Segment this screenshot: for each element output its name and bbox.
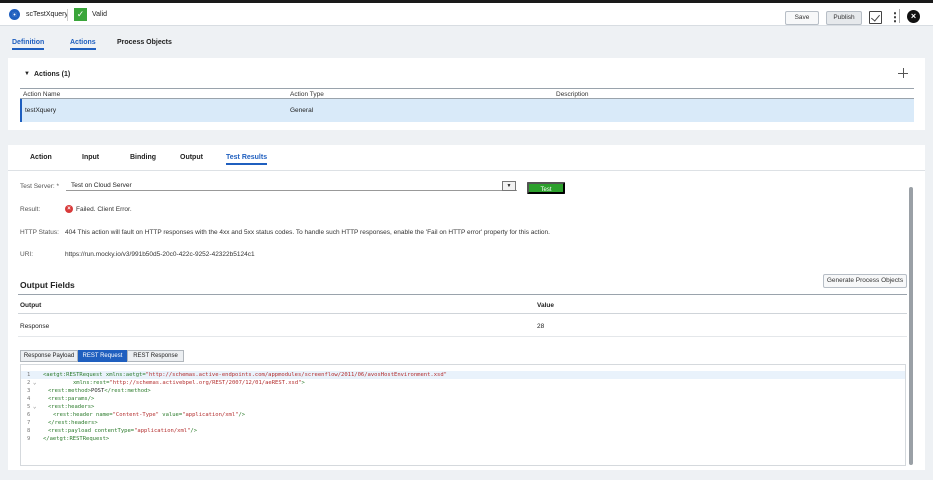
test-server-label: Test Server: * [20,183,60,190]
tab-rest-response[interactable]: REST Response [127,350,184,362]
actions-panel: ▼ Actions (1) Action Name Action Type De… [8,58,925,130]
result-label: Result: [20,206,41,213]
tab-input[interactable]: Input [82,154,99,161]
dropdown-arrow-icon[interactable]: ▼ [502,181,516,191]
app-logo-icon [9,9,20,20]
code-text: <aetgt:RESTRequest xmlns:aetgt="http://s… [43,372,447,378]
code-line: 8 <rest:payload contentType="application… [27,428,198,434]
tab-process-objects[interactable]: Process Objects [117,39,172,46]
uri-value: https://run.mocky.io/v3/991b50d5-20c0-42… [65,251,255,258]
publish-button[interactable]: Publish [826,11,862,25]
action-type-cell: General [290,107,314,114]
code-text: <rest:payload contentType="application/x… [48,428,198,434]
tab-definition[interactable]: Definition [12,39,45,50]
valid-status: Valid [92,11,108,18]
close-icon[interactable]: × [907,10,920,23]
fold-icon[interactable]: ⌄ [33,379,36,387]
checkbox-icon[interactable] [869,11,882,24]
header-divider [899,9,900,23]
code-text: <rest:headers> [48,404,95,410]
http-status-value: 404 This action will fault on HTTP respo… [65,229,550,236]
test-button[interactable]: Test [527,182,565,194]
code-line: 7 </rest:headers> [27,420,98,426]
code-line: 2 ⌄ xmlns:rest="http://schemas.activebpe… [27,379,305,387]
add-action-icon[interactable] [898,68,908,78]
app-name: scTestXquery [26,11,69,18]
test-server-select[interactable]: Test on Cloud Server [66,181,517,191]
column-header: Action Type [290,91,324,98]
code-text: xmlns:rest="http://schemas.activebpel.or… [73,380,305,386]
tab-action[interactable]: Action [30,154,52,161]
top-tabs: Definition Actions Process Objects [0,27,933,53]
tab-actions[interactable]: Actions [70,39,96,50]
result-value: Failed. Client Error. [76,206,132,213]
tab-output[interactable]: Output [180,154,203,161]
code-text: <rest:header name="Content-Type" value="… [53,412,246,418]
code-text: <rest:params/> [48,396,95,402]
column-header: Description [556,91,589,98]
http-status-label: HTTP Status: [20,229,59,236]
actions-table: Action Name Action Type Description test… [20,88,914,122]
output-fields-table: Output Value Response 28 [18,294,907,337]
collapse-caret-icon[interactable]: ▼ [24,71,30,77]
table-row[interactable]: testXquery General [20,99,914,122]
code-line: 6 <rest:header name="Content-Type" value… [27,412,246,418]
code-line: 5 ⌄ <rest:headers> [27,403,95,411]
more-options-icon[interactable]: ⋮ [889,10,901,24]
tabs-divider [8,170,925,171]
save-button[interactable]: Save [785,11,819,25]
code-line: 3 <rest:method>POST</rest:method> [27,388,151,394]
table-row[interactable]: Response 28 [18,314,907,337]
valid-check-icon: ✓ [74,8,87,21]
action-detail-panel: Action Input Binding Output Test Results… [8,145,925,470]
code-line: 1 <aetgt:RESTRequest xmlns:aetgt="http:/… [21,371,905,379]
code-text: </aetgt:RESTRequest> [43,436,110,442]
header-divider [67,9,68,21]
output-fields-title: Output Fields [20,280,75,290]
output-name-cell: Response [20,323,50,330]
tab-binding[interactable]: Binding [130,154,156,161]
code-text: </rest:headers> [48,420,98,426]
vertical-scrollbar[interactable] [909,187,913,465]
uri-label: URI: [20,251,33,258]
output-value-cell: 28 [537,323,545,330]
code-text: <rest:method>POST</rest:method> [48,388,151,394]
actions-title: Actions (1) [34,71,71,78]
fold-icon[interactable]: ⌄ [33,403,36,411]
code-line: 4 <rest:params/> [27,396,95,402]
generate-process-objects-button[interactable]: Generate Process Objects [823,274,907,288]
code-line: 9 </aetgt:RESTRequest> [27,436,110,442]
action-name-cell: testXquery [25,107,57,114]
actions-table-header: Action Name Action Type Description [20,88,914,99]
tab-rest-request[interactable]: REST Request [78,350,127,362]
error-icon: × [65,205,73,213]
column-header: Output [20,302,42,309]
app-header: scTestXquery ✓ Valid Save Publish ⋮ × [0,3,933,26]
column-header: Action Name [23,91,61,98]
code-viewer[interactable]: 1 <aetgt:RESTRequest xmlns:aetgt="http:/… [20,364,906,466]
column-header: Value [537,302,554,309]
tab-response-payload[interactable]: Response Payload [20,350,78,362]
output-table-header: Output Value [18,294,907,314]
tab-test-results[interactable]: Test Results [226,154,268,165]
